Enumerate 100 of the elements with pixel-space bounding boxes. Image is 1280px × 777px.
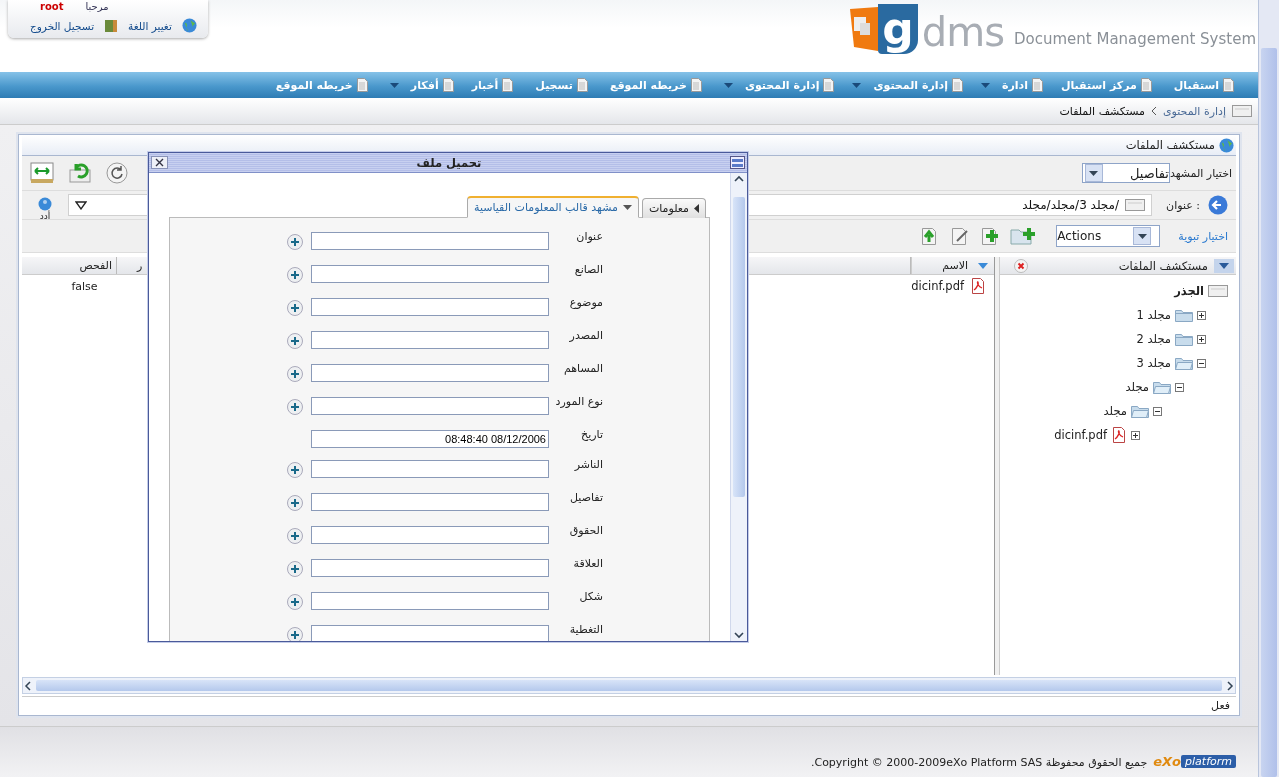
add-button[interactable] — [287, 399, 303, 415]
page-icon — [1223, 78, 1234, 92]
globe-icon — [1219, 137, 1234, 153]
status-text: فعل — [1211, 698, 1230, 712]
expand-icon[interactable] — [1131, 430, 1140, 440]
add-file-icon[interactable] — [980, 226, 1001, 246]
add-button[interactable] — [287, 462, 303, 478]
column-header[interactable]: الفحص — [22, 257, 117, 274]
add-folder-icon[interactable] — [1010, 226, 1037, 246]
logo-tagline: Document Management System — [1014, 30, 1256, 48]
open-folder-icon — [1175, 356, 1193, 370]
input-field[interactable] — [311, 460, 549, 478]
tree-item[interactable]: dicinf.pdf — [1054, 428, 1107, 442]
collapse-icon[interactable] — [1197, 358, 1206, 368]
field-label: العلاقة — [572, 557, 603, 570]
tray-icon — [1208, 285, 1228, 297]
tab[interactable]: مشهد قالب المعلومات القياسية — [467, 196, 639, 218]
header-link[interactable]: تغيير اللغة — [128, 19, 172, 32]
input-field[interactable] — [311, 232, 549, 250]
input-field[interactable]: 08:48:40 08/12/2006 — [311, 430, 549, 448]
field-label: الناشر — [573, 458, 603, 471]
tree-item[interactable]: مجلد — [1103, 404, 1127, 418]
undo-icon[interactable] — [68, 162, 92, 184]
add-button[interactable] — [287, 333, 303, 349]
edit-icon[interactable] — [950, 226, 971, 246]
back-icon[interactable] — [1208, 195, 1228, 215]
scroll-right-icon[interactable] — [1225, 680, 1235, 691]
tree-item[interactable]: مجلد 2 — [1136, 332, 1171, 346]
add-button[interactable] — [287, 528, 303, 544]
window-icon[interactable] — [730, 156, 745, 169]
sort-icon — [978, 262, 988, 269]
header-link[interactable]: تسجيل الخروج — [30, 19, 95, 32]
input-field[interactable] — [311, 397, 549, 415]
add-button[interactable] — [287, 627, 303, 641]
file-name[interactable]: dicinf.pdf — [911, 279, 964, 293]
add-icon — [287, 561, 303, 577]
page-icon — [442, 78, 454, 92]
add-icon — [287, 366, 303, 382]
add-icon — [287, 234, 303, 250]
close-button[interactable] — [151, 156, 168, 169]
open-folder-icon — [1131, 404, 1149, 418]
add-button[interactable] — [287, 495, 303, 511]
input-field[interactable] — [311, 364, 549, 382]
page-icon — [1140, 78, 1152, 92]
swap-icon[interactable] — [30, 162, 54, 184]
breadcrumb-link[interactable]: إدارة المحتوى — [1162, 104, 1226, 118]
expand-icon[interactable] — [1197, 310, 1206, 320]
horizontal-scrollbar[interactable] — [22, 677, 1236, 694]
caret-icon — [694, 204, 699, 213]
input-field[interactable] — [311, 331, 549, 349]
refresh-icon[interactable] — [106, 162, 128, 184]
input-field[interactable] — [311, 493, 549, 511]
add-icon — [287, 300, 303, 316]
add-button[interactable] — [287, 267, 303, 283]
add-button[interactable] — [287, 234, 303, 250]
open-folder-icon — [1153, 380, 1171, 394]
page-icon — [1031, 78, 1043, 92]
chevron-icon — [1150, 106, 1157, 116]
tab-select-link[interactable]: اختيار تبوية — [1178, 229, 1228, 243]
input-field[interactable] — [311, 625, 549, 641]
add-button[interactable] — [287, 300, 303, 316]
expand-icon[interactable] — [1197, 334, 1206, 344]
add-button[interactable] — [287, 561, 303, 577]
caret-icon — [1089, 170, 1099, 176]
add-button[interactable] — [287, 594, 303, 610]
add-button[interactable] — [287, 366, 303, 382]
globe-icon — [181, 18, 197, 33]
tree-item[interactable]: مجلد 3 — [1136, 356, 1171, 370]
actions-select[interactable]: Actions — [1056, 225, 1161, 247]
pdf-icon — [970, 278, 986, 294]
scroll-down-icon[interactable] — [733, 629, 745, 641]
field-label: التغطية — [568, 623, 603, 636]
panel-title: مستكشف الملفات — [1125, 138, 1215, 152]
page-scrollbar[interactable] — [1258, 0, 1279, 777]
scroll-left-icon[interactable] — [23, 680, 33, 691]
logo-wordmark: dms — [921, 10, 1004, 54]
view-select[interactable]: تفاصيل — [1081, 163, 1170, 183]
collapse-icon[interactable] — [1214, 258, 1234, 273]
tree-item[interactable]: الجذر — [1174, 284, 1204, 298]
caret-icon — [1137, 233, 1147, 239]
dialog-scrollbar[interactable] — [730, 173, 747, 641]
page-icon — [690, 78, 702, 92]
tree-item[interactable]: مجلد 1 — [1136, 308, 1171, 322]
input-field[interactable] — [311, 559, 549, 577]
add-icon — [287, 528, 303, 544]
input-field[interactable] — [311, 298, 549, 316]
caret-icon — [723, 82, 733, 88]
add-icon — [287, 399, 303, 415]
info-icon — [38, 197, 52, 211]
input-field[interactable] — [311, 265, 549, 283]
breadcrumb-link[interactable]: مستكشف الملفات — [1059, 104, 1145, 118]
add-icon — [287, 333, 303, 349]
logo-mark: g — [878, 4, 918, 54]
collapse-icon[interactable] — [1153, 406, 1162, 416]
tab[interactable]: معلومات — [641, 198, 706, 218]
input-field[interactable] — [311, 592, 549, 610]
tree-item[interactable]: مجلد — [1125, 380, 1149, 394]
close-icon[interactable] — [1014, 258, 1028, 273]
input-field[interactable] — [311, 526, 549, 544]
collapse-icon[interactable] — [1175, 382, 1184, 392]
